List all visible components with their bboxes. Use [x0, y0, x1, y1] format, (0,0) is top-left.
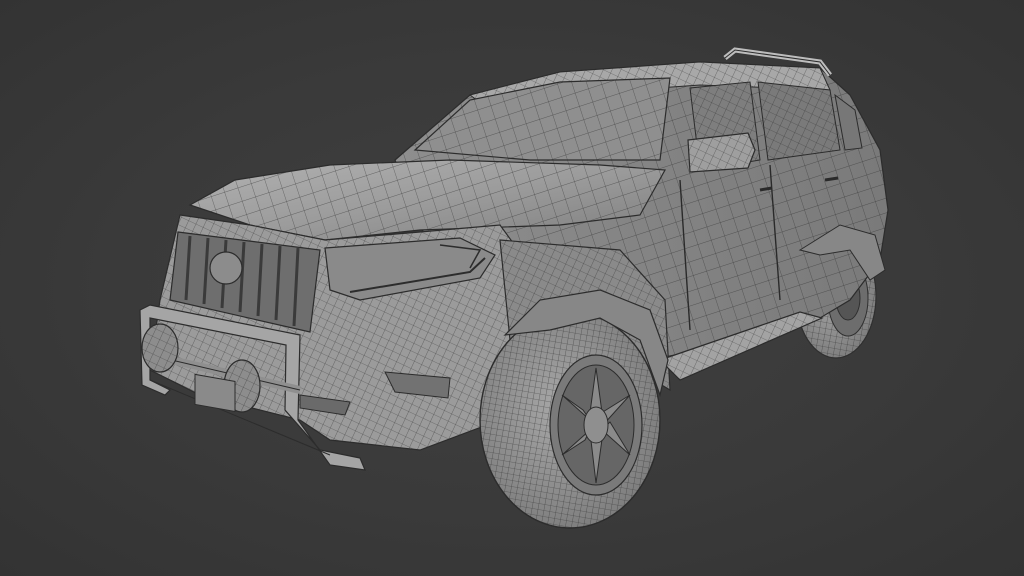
- suv-model-render: [139, 47, 889, 529]
- 3d-viewport[interactable]: [0, 0, 1024, 576]
- side-mirror: [687, 132, 756, 173]
- front-wheel: [479, 311, 661, 529]
